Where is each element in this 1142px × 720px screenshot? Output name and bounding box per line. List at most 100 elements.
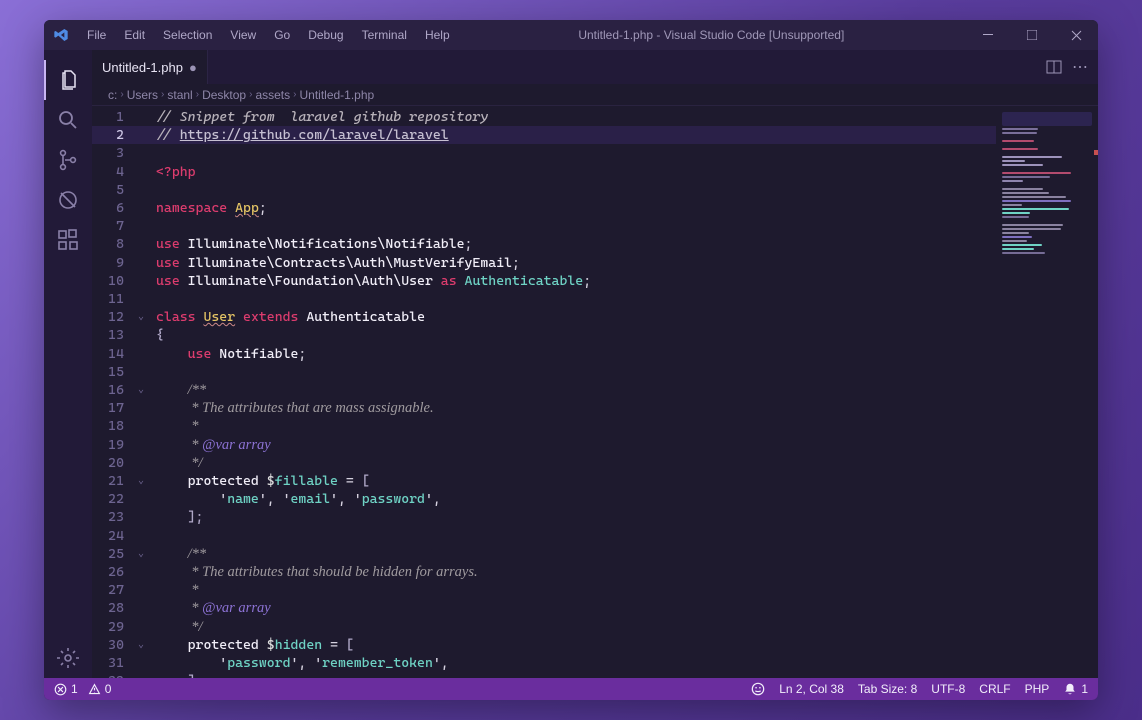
code-line[interactable]: 13{ <box>92 326 1098 344</box>
line-number: 20 <box>92 454 138 472</box>
code-line[interactable]: 29 */ <box>92 618 1098 636</box>
breadcrumb-segment[interactable]: Desktop <box>202 88 246 102</box>
code-line[interactable]: 32 ]; <box>92 672 1098 678</box>
breadcrumbs[interactable]: c: › Users › stanl › Desktop › assets › … <box>92 84 1098 106</box>
code-line[interactable]: 2// https://github.com/laravel/laravel <box>92 126 1098 144</box>
code-line[interactable]: 21⌄ protected $fillable = [ <box>92 472 1098 490</box>
fold-gutter <box>138 163 152 181</box>
maximize-button[interactable] <box>1010 20 1054 50</box>
explorer-icon[interactable] <box>44 60 92 100</box>
code-text: ]; <box>152 672 203 678</box>
line-number: 8 <box>92 235 138 253</box>
menu-help[interactable]: Help <box>418 25 457 45</box>
menu-terminal[interactable]: Terminal <box>355 25 414 45</box>
code-line[interactable]: 6namespace App; <box>92 199 1098 217</box>
split-editor-icon[interactable] <box>1046 59 1062 75</box>
settings-gear-icon[interactable] <box>44 638 92 678</box>
menu-view[interactable]: View <box>223 25 263 45</box>
close-button[interactable] <box>1054 20 1098 50</box>
code-line[interactable]: 8use Illuminate\Notifications\Notifiable… <box>92 235 1098 253</box>
code-line[interactable]: 9use Illuminate\Contracts\Auth\MustVerif… <box>92 254 1098 272</box>
minimap[interactable] <box>996 106 1098 678</box>
fold-gutter <box>138 436 152 454</box>
more-actions-icon[interactable]: ⋯ <box>1072 57 1088 77</box>
menu-edit[interactable]: Edit <box>117 25 152 45</box>
code-line[interactable]: 12⌄class User extends Authenticatable <box>92 308 1098 326</box>
line-number: 16 <box>92 381 138 399</box>
breadcrumb-segment[interactable]: Untitled-1.php <box>299 88 374 102</box>
fold-chevron-icon[interactable]: ⌄ <box>138 381 152 399</box>
extensions-icon[interactable] <box>44 220 92 260</box>
code-text: 'name', 'email', 'password', <box>152 490 441 508</box>
breadcrumb-segment[interactable]: c: <box>108 88 117 102</box>
code-line[interactable]: 26 * The attributes that should be hidde… <box>92 563 1098 581</box>
tab-dirty-icon[interactable]: ● <box>189 60 197 75</box>
status-language[interactable]: PHP <box>1025 682 1050 696</box>
code-line[interactable]: 1// Snippet from laravel github reposito… <box>92 108 1098 126</box>
status-warnings[interactable]: 0 <box>88 682 112 696</box>
minimize-button[interactable] <box>966 20 1010 50</box>
code-line[interactable]: 18 * <box>92 417 1098 435</box>
code-line[interactable]: 27 * <box>92 581 1098 599</box>
code-line[interactable]: 11 <box>92 290 1098 308</box>
fold-gutter <box>138 217 152 235</box>
code-line[interactable]: 3 <box>92 144 1098 162</box>
fold-gutter <box>138 599 152 617</box>
code-line[interactable]: 10use Illuminate\Foundation\Auth\User as… <box>92 272 1098 290</box>
code-line[interactable]: 25⌄ /** <box>92 545 1098 563</box>
status-errors[interactable]: 1 <box>54 682 78 696</box>
source-control-icon[interactable] <box>44 140 92 180</box>
code-text: * <box>152 581 199 599</box>
status-cursor-position[interactable]: Ln 2, Col 38 <box>779 682 844 696</box>
code-line[interactable]: 15 <box>92 363 1098 381</box>
fold-gutter <box>138 417 152 435</box>
line-number: 7 <box>92 217 138 235</box>
window-title: Untitled-1.php - Visual Studio Code [Uns… <box>457 28 966 42</box>
vscode-window: FileEditSelectionViewGoDebugTerminalHelp… <box>44 20 1098 700</box>
code-line[interactable]: 22 'name', 'email', 'password', <box>92 490 1098 508</box>
status-notifications[interactable]: 1 <box>1063 682 1088 696</box>
menu-selection[interactable]: Selection <box>156 25 219 45</box>
code-line[interactable]: 14 use Notifiable; <box>92 345 1098 363</box>
code-text: { <box>152 326 164 344</box>
code-line[interactable]: 4<?php <box>92 163 1098 181</box>
code-text: * The attributes that should be hidden f… <box>152 563 478 581</box>
menu-debug[interactable]: Debug <box>301 25 350 45</box>
search-icon[interactable] <box>44 100 92 140</box>
line-number: 32 <box>92 672 138 678</box>
status-feedback-icon[interactable] <box>751 682 765 696</box>
debug-icon[interactable] <box>44 180 92 220</box>
code-line[interactable]: 5 <box>92 181 1098 199</box>
status-eol[interactable]: CRLF <box>979 682 1010 696</box>
titlebar[interactable]: FileEditSelectionViewGoDebugTerminalHelp… <box>44 20 1098 50</box>
editor-tabs: Untitled-1.php ● ⋯ <box>92 50 1098 84</box>
breadcrumb-segment[interactable]: stanl <box>167 88 192 102</box>
menu-file[interactable]: File <box>80 25 113 45</box>
code-line[interactable]: 31 'password', 'remember_token', <box>92 654 1098 672</box>
status-encoding[interactable]: UTF-8 <box>931 682 965 696</box>
code-line[interactable]: 23 ]; <box>92 508 1098 526</box>
line-number: 10 <box>92 272 138 290</box>
code-line[interactable]: 28 * @var array <box>92 599 1098 617</box>
code-line[interactable]: 19 * @var array <box>92 436 1098 454</box>
menu-go[interactable]: Go <box>267 25 297 45</box>
fold-gutter <box>138 399 152 417</box>
status-tab-size[interactable]: Tab Size: 8 <box>858 682 917 696</box>
fold-chevron-icon[interactable]: ⌄ <box>138 545 152 563</box>
code-line[interactable]: 20 */ <box>92 454 1098 472</box>
code-line[interactable]: 16⌄ /** <box>92 381 1098 399</box>
fold-chevron-icon[interactable]: ⌄ <box>138 308 152 326</box>
code-line[interactable]: 24 <box>92 527 1098 545</box>
editor[interactable]: 1// Snippet from laravel github reposito… <box>92 106 1098 678</box>
code-line[interactable]: 7 <box>92 217 1098 235</box>
fold-chevron-icon[interactable]: ⌄ <box>138 472 152 490</box>
breadcrumb-segment[interactable]: assets <box>255 88 290 102</box>
breadcrumb-segment[interactable]: Users <box>127 88 158 102</box>
line-number: 9 <box>92 254 138 272</box>
fold-gutter <box>138 126 152 144</box>
fold-chevron-icon[interactable]: ⌄ <box>138 636 152 654</box>
tab-untitled-1-php[interactable]: Untitled-1.php ● <box>92 50 208 84</box>
line-number: 12 <box>92 308 138 326</box>
code-line[interactable]: 30⌄ protected $hidden = [ <box>92 636 1098 654</box>
code-line[interactable]: 17 * The attributes that are mass assign… <box>92 399 1098 417</box>
